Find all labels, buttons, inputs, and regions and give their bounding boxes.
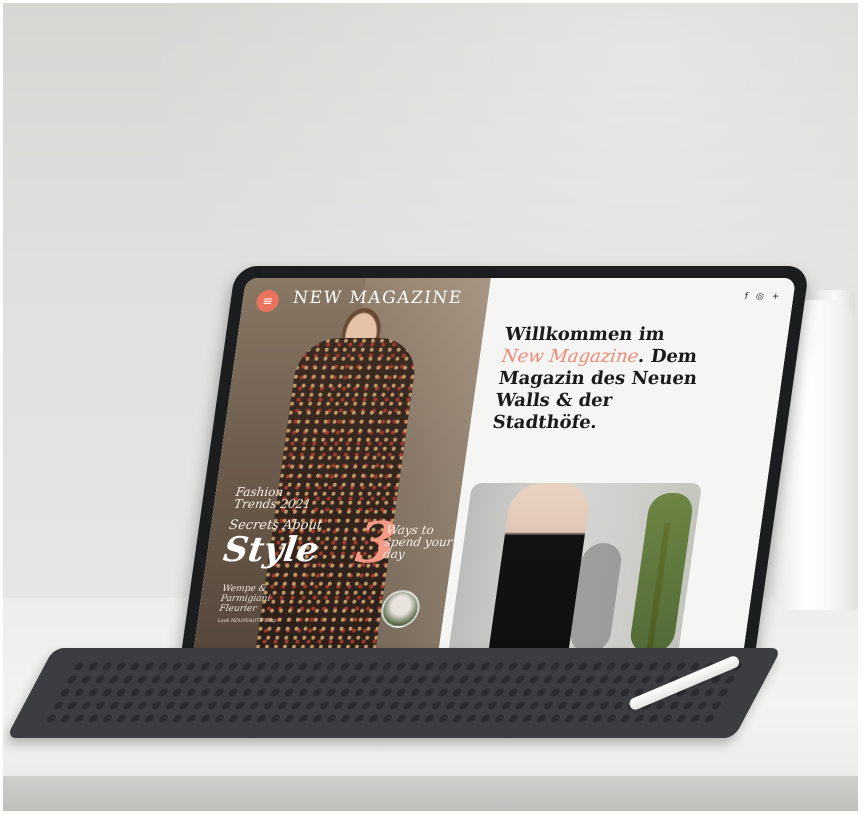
menu-icon: ≡ [261, 294, 274, 308]
tablet: ≡ NEW MAGAZINE Fashion Trends 2021 Secre… [178, 266, 810, 676]
instagram-icon[interactable]: ◎ [755, 292, 764, 302]
facebook-icon[interactable]: f [744, 292, 749, 302]
photo-scene: ≡ NEW MAGAZINE Fashion Trends 2021 Secre… [0, 0, 861, 814]
photo-credit: Look NOUVEAUTÉ Shop [217, 618, 277, 624]
plus-icon[interactable]: + [771, 292, 780, 302]
headline-start: Willkommen im [503, 324, 667, 345]
tablet-screen: ≡ NEW MAGAZINE Fashion Trends 2021 Secre… [191, 278, 796, 664]
intro-panel: f ◎ + Willkommen im New Magazine. Dem Ma… [436, 278, 796, 664]
menu-button[interactable]: ≡ [255, 290, 281, 312]
social-links: f ◎ + [744, 292, 780, 302]
authors-label: Wempe & Parmigiani Fleurier [218, 584, 271, 614]
ways-label[interactable]: Ways to spend your day [382, 523, 457, 561]
brand-logo: NEW MAGAZINE [291, 288, 465, 308]
fashion-trends-label[interactable]: Fashion Trends 2021 [233, 485, 326, 511]
welcome-headline: Willkommen im New Magazine. Dem Magazin … [491, 324, 706, 434]
headline-accent: New Magazine [500, 346, 640, 367]
style-title[interactable]: Style [221, 530, 321, 570]
photo-plant [628, 493, 695, 653]
desk-edge [0, 776, 861, 814]
feature-photo[interactable] [447, 483, 703, 658]
